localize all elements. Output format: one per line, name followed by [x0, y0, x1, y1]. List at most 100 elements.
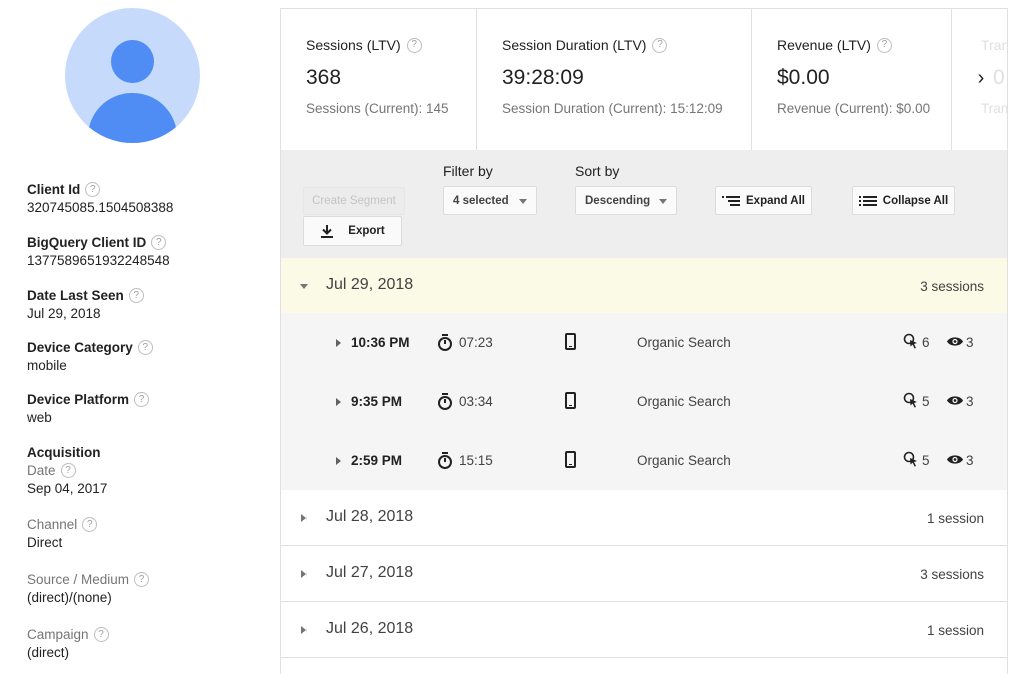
avatar-head: [111, 40, 154, 83]
client-id-label: Client Id: [27, 182, 81, 197]
stat-value: 368: [306, 66, 342, 89]
client-id-value: 320745085.1504508388: [27, 200, 174, 215]
session-row[interactable]: 10:36 PM 07:23 Organic Search 6 3: [281, 313, 1007, 372]
source-medium-value: (direct)/(none): [27, 590, 112, 605]
expand-triangle-icon[interactable]: [336, 398, 341, 406]
help-icon[interactable]: ?: [406, 37, 422, 53]
help-icon[interactable]: ?: [134, 392, 150, 407]
acquisition-section: Acquisition Date? Sep 04, 2017: [27, 444, 107, 496]
source-medium-label: Source / Medium: [27, 572, 130, 587]
channel-label: Channel: [27, 517, 78, 532]
session-hit-count: 6: [922, 335, 930, 350]
session-row[interactable]: 2:59 PM 15:15 Organic Search 5 3: [281, 431, 1007, 490]
help-icon[interactable]: ?: [134, 572, 150, 587]
day-session-count: 1 session: [926, 623, 984, 638]
session-channel: Organic Search: [637, 394, 731, 409]
session-time: 9:35 PM: [351, 394, 403, 409]
date-last-seen-field: Date Last Seen? Jul 29, 2018: [27, 287, 144, 321]
stat-value: 39:28:09: [502, 66, 584, 89]
pageviews-eye-icon: [947, 337, 963, 346]
avatar: [65, 8, 200, 143]
create-segment-button[interactable]: Create Segment: [303, 187, 405, 215]
help-icon[interactable]: ?: [85, 182, 101, 197]
day-row-jul-29[interactable]: Jul 29, 2018 3 sessions: [281, 258, 1007, 313]
expand-triangle-icon[interactable]: [301, 570, 307, 578]
day-row-jul-28[interactable]: Jul 28, 2018 1 session: [281, 490, 1007, 546]
session-time: 2:59 PM: [351, 453, 403, 468]
collapse-all-label: Collapse All: [882, 194, 949, 207]
session-hit-count: 5: [922, 453, 930, 468]
date-last-seen-label: Date Last Seen: [27, 288, 124, 303]
campaign-field: Campaign? (direct): [27, 626, 109, 660]
stat-subtext: Session Duration (Current): 15:12:09: [502, 101, 723, 116]
sort-by-select[interactable]: Descending: [575, 186, 677, 215]
day-row-jul-26[interactable]: Jul 26, 2018 1 session: [281, 602, 1007, 658]
stat-title: Tran: [981, 37, 1008, 53]
export-button[interactable]: Export: [303, 216, 402, 246]
session-pageview-count: 3: [966, 394, 974, 409]
stat-subtext: Revenue (Current): $0.00: [777, 101, 931, 116]
mobile-device-icon: [565, 451, 576, 468]
session-hit-count: 5: [922, 394, 930, 409]
day-date: Jul 26, 2018: [326, 620, 414, 637]
stat-title: Sessions (LTV): [306, 37, 401, 53]
carousel-next-icon[interactable]: ›: [971, 67, 991, 90]
stat-title: Session Duration (LTV): [502, 37, 647, 53]
stat-subtext: Sessions (Current): 145: [306, 101, 449, 116]
bigquery-client-id-label: BigQuery Client ID: [27, 235, 147, 250]
session-duration: 07:23: [459, 335, 493, 350]
day-date: Jul 29, 2018: [326, 276, 414, 293]
client-id-field: Client Id? 320745085.1504508388: [27, 181, 173, 215]
expand-triangle-icon[interactable]: [336, 457, 341, 465]
session-row[interactable]: 9:35 PM 03:34 Organic Search 5 3: [281, 372, 1007, 431]
avatar-body: [88, 93, 177, 143]
help-icon[interactable]: ?: [876, 37, 892, 53]
dropdown-caret-icon: [659, 199, 667, 204]
day-row-jul-27[interactable]: Jul 27, 2018 3 sessions: [281, 546, 1007, 602]
device-category-label: Device Category: [27, 340, 133, 355]
filter-by-value: 4 selected: [453, 194, 509, 207]
day-session-count: 3 sessions: [920, 567, 984, 582]
pageviews-eye-icon: [947, 396, 963, 405]
expand-triangle-icon[interactable]: [336, 339, 341, 347]
day-date: Jul 27, 2018: [326, 564, 414, 581]
hits-cursor-icon: [903, 451, 917, 467]
collapse-triangle-icon[interactable]: [300, 284, 308, 289]
filter-by-select[interactable]: 4 selected: [443, 186, 537, 215]
device-platform-value: web: [27, 410, 52, 425]
expand-triangle-icon[interactable]: [301, 626, 307, 634]
bigquery-client-id-value: 1377589651932248548: [27, 253, 170, 268]
help-icon[interactable]: ?: [60, 463, 76, 478]
stat-card-sessions: Sessions (LTV)? 368 Sessions (Current): …: [281, 9, 477, 150]
day-session-count: 1 session: [926, 511, 984, 526]
stat-card-revenue: Revenue (LTV)? $0.00 Revenue (Current): …: [752, 9, 952, 150]
stat-value: $0.00: [777, 66, 830, 89]
device-category-field: Device Category? mobile: [27, 339, 153, 373]
help-icon[interactable]: ?: [128, 288, 144, 303]
filter-by-label: Filter by: [443, 163, 493, 179]
expand-all-button[interactable]: Expand All: [715, 186, 812, 215]
hits-cursor-icon: [903, 333, 917, 349]
help-icon[interactable]: ?: [652, 37, 668, 53]
stats-carousel: Sessions (LTV)? 368 Sessions (Current): …: [281, 9, 1008, 150]
help-icon[interactable]: ?: [93, 627, 109, 642]
mobile-device-icon: [565, 392, 576, 409]
channel-value: Direct: [27, 535, 63, 550]
collapse-all-icon: [858, 195, 877, 206]
channel-field: Channel? Direct: [27, 516, 98, 550]
dropdown-caret-icon: [519, 199, 527, 204]
mobile-device-icon: [565, 333, 576, 350]
help-icon[interactable]: ?: [137, 340, 153, 355]
stopwatch-icon: [438, 334, 452, 351]
device-platform-label: Device Platform: [27, 392, 130, 407]
session-time: 10:36 PM: [351, 335, 410, 350]
expand-triangle-icon[interactable]: [301, 514, 307, 522]
stopwatch-icon: [438, 452, 452, 469]
collapse-all-button[interactable]: Collapse All: [852, 186, 955, 215]
help-icon[interactable]: ?: [82, 517, 98, 532]
session-pageview-count: 3: [966, 335, 974, 350]
stat-card-session-duration: Session Duration (LTV)? 39:28:09 Session…: [477, 9, 752, 150]
help-icon[interactable]: ?: [151, 235, 167, 250]
acquisition-date-label: Date: [27, 463, 56, 478]
campaign-label: Campaign: [27, 627, 89, 642]
